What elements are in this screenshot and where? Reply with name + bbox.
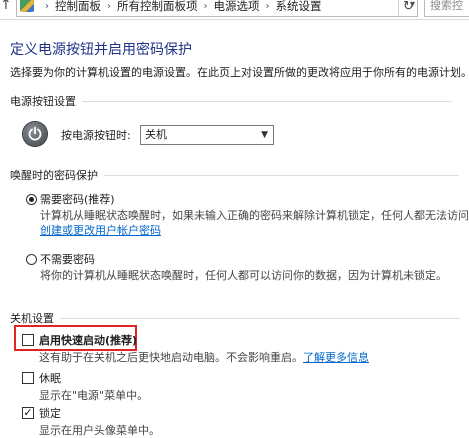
- control-panel-icon: [20, 0, 34, 12]
- breadcrumb-separator-icon: ›: [203, 0, 208, 12]
- section-divider: [104, 174, 459, 176]
- breadcrumb-separator-icon: ›: [265, 0, 270, 12]
- fast-startup-checkbox[interactable]: [22, 334, 34, 346]
- lock-label[interactable]: 锁定: [39, 405, 61, 421]
- address-bar: ↑ › 控制面板 › 所有控制面板项 › 电源选项 › 系统设置 ▾ ↻ 搜索控: [0, 0, 469, 20]
- no-password-label[interactable]: 不需要密码: [40, 251, 95, 267]
- section-divider: [60, 317, 460, 319]
- change-password-link[interactable]: 创建或更改用户帐户密码: [40, 224, 161, 237]
- section-heading-password: 唤醒时的密码保护: [10, 167, 459, 183]
- section-heading-shutdown: 关机设置: [10, 310, 460, 326]
- require-password-label[interactable]: 需要密码(推荐): [40, 191, 115, 207]
- hibernate-checkbox[interactable]: [22, 372, 34, 384]
- breadcrumb-separator-icon: ›: [107, 0, 111, 12]
- require-password-desc: 计算机从睡眠状态唤醒时，如果未输入正确的密码来解除计算机锁定，任何人都无法访问你: [40, 209, 469, 222]
- require-password-radio[interactable]: [26, 194, 37, 205]
- no-password-radio[interactable]: [26, 254, 37, 265]
- no-password-desc: 将你的计算机从睡眠状态唤醒时，任何人都可以访问你的数据，因为计算机未锁定。: [40, 269, 447, 282]
- up-arrow-icon[interactable]: ↑: [0, 0, 12, 13]
- search-input[interactable]: 搜索控: [424, 0, 469, 17]
- hibernate-label[interactable]: 休眠: [39, 370, 61, 386]
- lock-checkbox[interactable]: ✓: [22, 407, 34, 419]
- page-subtitle: 选择要为你的计算机设置的电源设置。在此页上对设置所做的更改将应用于你所有的电源计…: [10, 66, 469, 79]
- hibernate-desc: 显示在"电源"菜单中。: [39, 389, 149, 402]
- fast-startup-desc: 这有助于在关机之后更快地启动电脑。不会影响重启。: [39, 351, 303, 364]
- lock-desc: 显示在用户头像菜单中。: [39, 424, 160, 437]
- power-button-label: 按电源按钮时:: [61, 129, 131, 142]
- section-heading-label: 电源按钮设置: [10, 95, 76, 108]
- power-button-action-select[interactable]: 关机 ▼: [140, 125, 274, 145]
- chevron-down-icon: ▼: [261, 130, 268, 140]
- fast-startup-desc-row: 这有助于在关机之后更快地启动电脑。不会影响重启。了解更多信息: [39, 349, 369, 365]
- breadcrumb-system-settings[interactable]: 系统设置: [276, 0, 322, 14]
- breadcrumb-power-options[interactable]: 电源选项: [214, 0, 260, 14]
- breadcrumb-separator-icon: ›: [45, 0, 49, 12]
- page-title: 定义电源按钮并启用密码保护: [10, 42, 192, 58]
- refresh-icon[interactable]: ↻: [398, 0, 418, 17]
- section-divider: [82, 100, 452, 102]
- section-heading-power-button: 电源按钮设置: [10, 93, 452, 109]
- section-heading-label: 唤醒时的密码保护: [10, 169, 98, 182]
- require-password-link-row: 创建或更改用户帐户密码: [40, 222, 161, 238]
- breadcrumb: › 控制面板 › 所有控制面板项 › 电源选项 › 系统设置: [39, 0, 322, 14]
- power-icon: [23, 122, 47, 146]
- select-value: 关机: [145, 128, 167, 141]
- section-heading-label: 关机设置: [10, 312, 54, 325]
- address-box[interactable]: › 控制面板 › 所有控制面板项 › 电源选项 › 系统设置 ▾: [16, 0, 418, 17]
- breadcrumb-control-panel[interactable]: 控制面板: [55, 0, 101, 14]
- learn-more-link[interactable]: 了解更多信息: [303, 351, 369, 364]
- breadcrumb-all-items[interactable]: 所有控制面板项: [117, 0, 198, 14]
- fast-startup-label[interactable]: 启用快速启动(推荐): [39, 332, 137, 348]
